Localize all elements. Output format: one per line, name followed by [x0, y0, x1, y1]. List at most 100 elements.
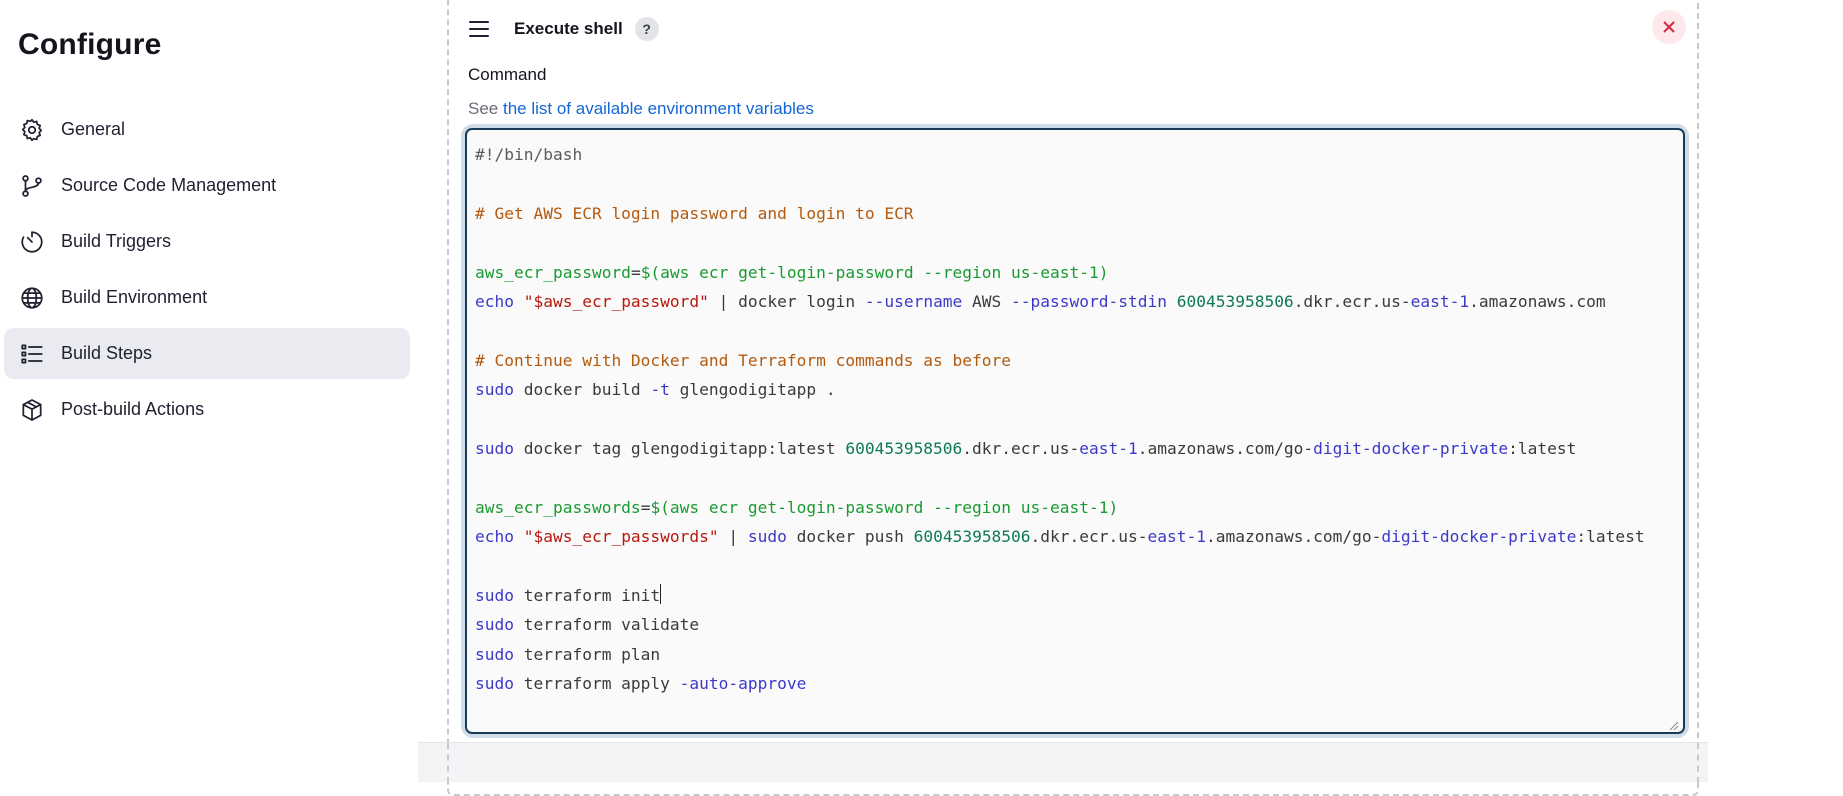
code-token: glengodigitapp . [669, 380, 836, 400]
git-branch-icon [18, 172, 46, 200]
gear-icon [18, 116, 46, 144]
code-line: aws_ecr_passwords=$(aws ecr get-login-pa… [475, 493, 1645, 522]
code-line: sudo terraform apply -auto-approve [475, 669, 1645, 698]
code-token: = [640, 497, 651, 517]
code-token: AWS [962, 291, 1012, 311]
sidebar-item-source-code-management[interactable]: Source Code Management [4, 160, 410, 211]
code-token: sudo [475, 585, 514, 605]
code-token: sudo [475, 644, 514, 664]
code-line: sudo terraform plan [475, 640, 1645, 669]
step-title: Execute shell [514, 19, 623, 38]
code-line: aws_ecr_password=$(aws ecr get-login-pas… [475, 258, 1645, 287]
code-token: terraform plan [513, 644, 661, 664]
code-token: :latest [1576, 527, 1645, 547]
code-token: -t [650, 380, 670, 400]
code-token: = [630, 262, 641, 282]
code-token: east-1 [1410, 291, 1470, 311]
step-header: Execute shell ? [469, 14, 659, 44]
command-label: Command [468, 65, 547, 84]
code-token: echo [475, 527, 524, 547]
drag-handle-icon[interactable] [469, 21, 489, 37]
sidebar-nav: General Source Code Management Build Tri… [4, 104, 410, 440]
code-token: echo [475, 291, 524, 311]
code-token: sudo [475, 380, 514, 400]
code-line: echo "$aws_ecr_passwords" | sudo docker … [475, 522, 1645, 551]
page-title: Configure [18, 28, 162, 61]
code-token: east-1 [1079, 438, 1138, 458]
sidebar-item-build-steps[interactable]: Build Steps [4, 328, 410, 379]
code-token: -auto-approve [679, 674, 807, 694]
sidebar-item-label: Source Code Management [61, 175, 277, 195]
code-line: sudo terraform validate [475, 610, 1645, 639]
code-token: .dkr.ecr.us- [1293, 291, 1411, 311]
env-vars-link[interactable]: the list of available environment variab… [503, 99, 814, 118]
code-line: sudo docker build -t glengodigitapp . [475, 375, 1645, 404]
code-token: # Continue with Docker and Terraform com… [475, 350, 1012, 370]
code-token: "$aws_ecr_passwords" [523, 527, 719, 547]
code-token: aws_ecr_passwords [475, 497, 641, 517]
sidebar-item-build-environment[interactable]: Build Environment [4, 272, 410, 323]
code-line: sudo docker tag glengodigitapp:latest 60… [475, 434, 1645, 463]
code-token: aws_ecr_password [475, 262, 631, 282]
code-token: sudo [475, 438, 514, 458]
sidebar-item-build-triggers[interactable]: Build Triggers [4, 216, 410, 267]
code-content[interactable]: #!/bin/bash # Get AWS ECR login password … [475, 140, 1645, 698]
code-token: east-1 [1147, 527, 1206, 547]
code-token: 600453958506 [845, 438, 963, 458]
sidebar-item-label: Post-build Actions [61, 399, 205, 419]
code-token: # Get AWS ECR login password and login t… [475, 203, 914, 223]
code-line: echo "$aws_ecr_password" | docker login … [475, 287, 1645, 316]
sidebar-item-label: General [61, 119, 126, 139]
code-token: 600453958506 [913, 527, 1031, 547]
code-token: | [718, 527, 748, 547]
code-token: "$aws_ecr_password" [523, 291, 709, 311]
code-line: #!/bin/bash [475, 140, 1645, 169]
code-token: terraform apply [513, 674, 680, 694]
code-token: docker push [786, 527, 914, 547]
code-token: --password-stdin [1011, 291, 1167, 311]
code-token: #!/bin/bash [475, 145, 583, 164]
sidebar-item-general[interactable]: General [4, 104, 410, 155]
sidebar: Configure General Source Code Management… [0, 0, 420, 780]
sidebar-item-label: Build Triggers [61, 231, 172, 251]
package-icon [18, 396, 46, 424]
code-token: .dkr.ecr.us- [962, 438, 1080, 458]
text-caret [660, 583, 662, 604]
code-token: terraform init [513, 585, 661, 605]
code-token: $(aws ecr get-login-password --region us… [650, 497, 1119, 517]
code-token: sudo [475, 615, 514, 635]
code-token: docker build [513, 380, 651, 400]
code-token: --username [864, 291, 963, 311]
resize-grip-icon[interactable] [1669, 718, 1679, 731]
code-line: # Get AWS ECR login password and login t… [475, 199, 1645, 228]
code-line: sudo terraform init [475, 581, 1645, 610]
code-token: digit-docker-private [1313, 438, 1509, 458]
command-editor-focus-ring: #!/bin/bash # Get AWS ECR login password … [465, 128, 1685, 734]
code-token: .amazonaws.com [1469, 291, 1606, 311]
command-editor[interactable]: #!/bin/bash # Get AWS ECR login password … [465, 128, 1685, 734]
list-icon [18, 340, 46, 368]
sidebar-item-label: Build Environment [61, 287, 208, 307]
sidebar-item-post-build-actions[interactable]: Post-build Actions [4, 384, 410, 435]
code-token: | docker login [708, 291, 865, 311]
sidebar-item-label: Build Steps [61, 343, 153, 363]
code-token: 600453958506 [1176, 291, 1294, 311]
build-step-panel: Execute shell ? Command See the list of … [447, 0, 1699, 796]
hint-prefix: See [468, 99, 503, 118]
close-step-button[interactable] [1652, 10, 1686, 44]
code-token: sudo [475, 674, 514, 694]
globe-icon [18, 284, 46, 312]
code-line: # Continue with Docker and Terraform com… [475, 346, 1645, 375]
help-button[interactable]: ? [634, 17, 659, 41]
code-token: .amazonaws.com/go- [1137, 438, 1314, 458]
env-vars-hint: See the list of available environment va… [468, 99, 814, 119]
code-token: sudo [747, 527, 787, 547]
code-token: digit-docker-private [1381, 527, 1577, 547]
code-token: terraform validate [513, 615, 700, 635]
